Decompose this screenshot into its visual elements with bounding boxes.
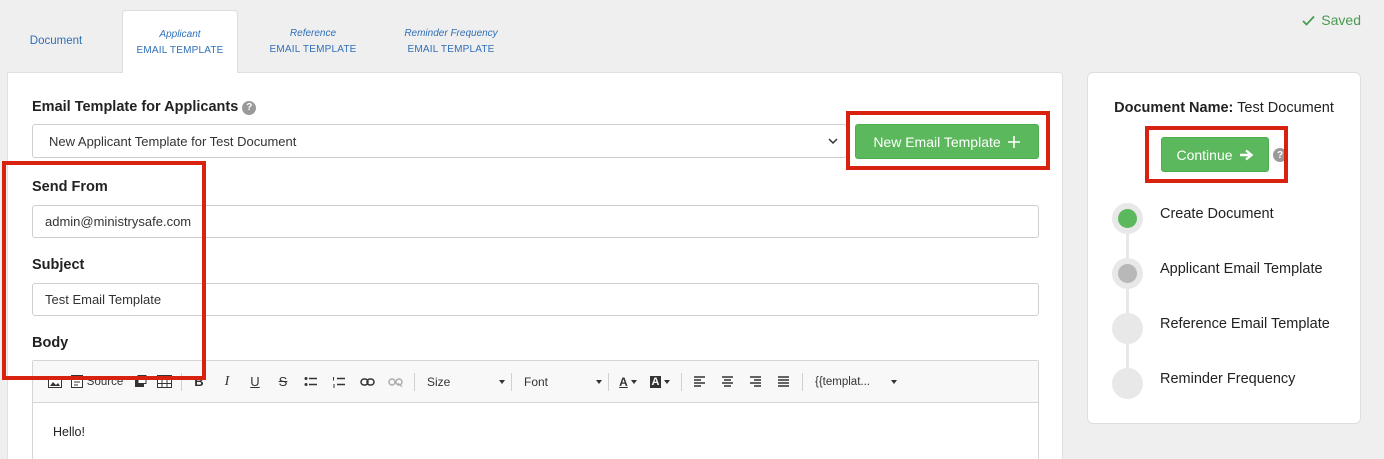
step-applicant-email-template: [1112, 258, 1143, 289]
step-reference-email-template: [1112, 313, 1143, 344]
table-icon[interactable]: [155, 372, 173, 392]
email-template-form: Email Template for Applicants? New Appli…: [7, 72, 1063, 459]
send-from-label: Send From: [32, 179, 108, 195]
tab-reference-email-template[interactable]: Reference EMAIL TEMPLATE: [262, 10, 364, 72]
document-name-label: Document Name:: [1114, 100, 1234, 116]
step-pending-icon: [1112, 313, 1143, 344]
step-current-icon: [1112, 258, 1143, 289]
template-variable-dropdown[interactable]: {{templat...: [809, 372, 901, 392]
email-template-selected-value: New Applicant Template for Test Document: [49, 133, 297, 149]
email-template-label-text: Email Template for Applicants: [32, 99, 239, 115]
unlink-icon[interactable]: [384, 372, 406, 392]
send-from-value: admin@ministrysafe.com: [45, 214, 192, 229]
source-button[interactable]: Source: [69, 372, 125, 392]
background-color-icon[interactable]: A: [647, 372, 673, 392]
text-color-icon[interactable]: A: [615, 372, 641, 392]
tab-applicant-sub: Applicant: [159, 28, 201, 40]
tab-reference-sub: Reference: [289, 27, 337, 39]
strikethrough-icon[interactable]: S: [272, 372, 294, 392]
paste-icon[interactable]: [131, 372, 149, 392]
document-name-value: Test Document: [1237, 100, 1334, 116]
source-label: Source: [86, 375, 124, 388]
help-icon[interactable]: ?: [242, 100, 257, 115]
tab-document[interactable]: Document: [14, 10, 98, 72]
editor-content[interactable]: Hello!: [33, 403, 1038, 459]
link-icon[interactable]: [356, 372, 378, 392]
underline-icon[interactable]: U: [244, 372, 266, 392]
continue-button[interactable]: Continue: [1161, 137, 1269, 172]
body-editor: Source B I U S Size Font A A {{templat..…: [32, 360, 1039, 459]
subject-label: Subject: [32, 257, 85, 273]
checkmark-icon: [1302, 15, 1315, 26]
email-template-select[interactable]: New Applicant Template for Test Document: [32, 124, 847, 158]
step-pending-icon: [1112, 368, 1143, 399]
align-center-icon[interactable]: [716, 372, 738, 392]
step-applicant-email-template-label: Applicant Email Template: [1160, 261, 1323, 277]
size-label: Size: [427, 374, 451, 389]
tab-reminder-main: EMAIL TEMPLATE: [407, 43, 495, 55]
steps-connector-line: [1126, 232, 1129, 387]
font-caret-icon: [596, 379, 602, 384]
size-caret-icon: [499, 379, 505, 384]
editor-toolbar: Source B I U S Size Font A A {{templat..…: [33, 361, 1038, 403]
tab-reminder-frequency-email-template[interactable]: Reminder Frequency EMAIL TEMPLATE: [396, 10, 506, 72]
step-complete-icon: [1112, 203, 1143, 234]
continue-label: Continue: [1176, 146, 1233, 163]
new-email-template-button[interactable]: New Email Template: [855, 124, 1039, 159]
numbered-list-icon[interactable]: [328, 372, 350, 392]
step-create-document: [1112, 203, 1143, 234]
align-right-icon[interactable]: [744, 372, 766, 392]
new-email-template-label: New Email Template: [873, 133, 1001, 150]
font-dropdown[interactable]: Font: [518, 372, 606, 392]
align-left-icon[interactable]: [688, 372, 710, 392]
plus-icon: [1007, 135, 1020, 148]
image-icon[interactable]: [47, 372, 63, 392]
tab-document-label: Document: [29, 35, 83, 47]
justify-icon[interactable]: [772, 372, 794, 392]
subject-field[interactable]: Test Email Template: [32, 283, 1039, 316]
size-dropdown[interactable]: Size: [421, 372, 509, 392]
send-from-field[interactable]: admin@ministrysafe.com: [32, 205, 1039, 238]
body-label: Body: [32, 335, 69, 351]
saved-status: Saved: [1302, 12, 1361, 28]
editor-body-text: Hello!: [53, 425, 85, 439]
template-caret-icon: [891, 379, 897, 384]
email-template-label: Email Template for Applicants?: [32, 99, 257, 115]
tab-applicant-main: EMAIL TEMPLATE: [136, 44, 224, 56]
step-reminder-frequency: [1112, 368, 1143, 399]
step-reminder-frequency-label: Reminder Frequency: [1160, 371, 1296, 387]
tab-reference-main: EMAIL TEMPLATE: [269, 43, 357, 55]
subject-value: Test Email Template: [45, 292, 162, 307]
bulleted-list-icon[interactable]: [300, 372, 322, 392]
italic-icon[interactable]: I: [216, 372, 238, 392]
step-create-document-label: Create Document: [1160, 206, 1274, 222]
bold-icon[interactable]: B: [188, 372, 210, 392]
arrow-right-icon: [1239, 149, 1253, 160]
tab-applicant-email-template[interactable]: Applicant EMAIL TEMPLATE: [122, 10, 238, 73]
source-icon: [70, 375, 83, 388]
chevron-down-icon: [828, 138, 838, 145]
document-name: Document Name: Test Document: [1088, 100, 1360, 116]
step-reference-email-template-label: Reference Email Template: [1160, 316, 1330, 332]
template-variable-label: {{templat...: [815, 375, 870, 388]
font-label: Font: [524, 374, 549, 389]
continue-help-icon[interactable]: ?: [1273, 148, 1287, 162]
tab-reminder-sub: Reminder Frequency: [404, 27, 498, 39]
saved-label: Saved: [1321, 12, 1361, 28]
